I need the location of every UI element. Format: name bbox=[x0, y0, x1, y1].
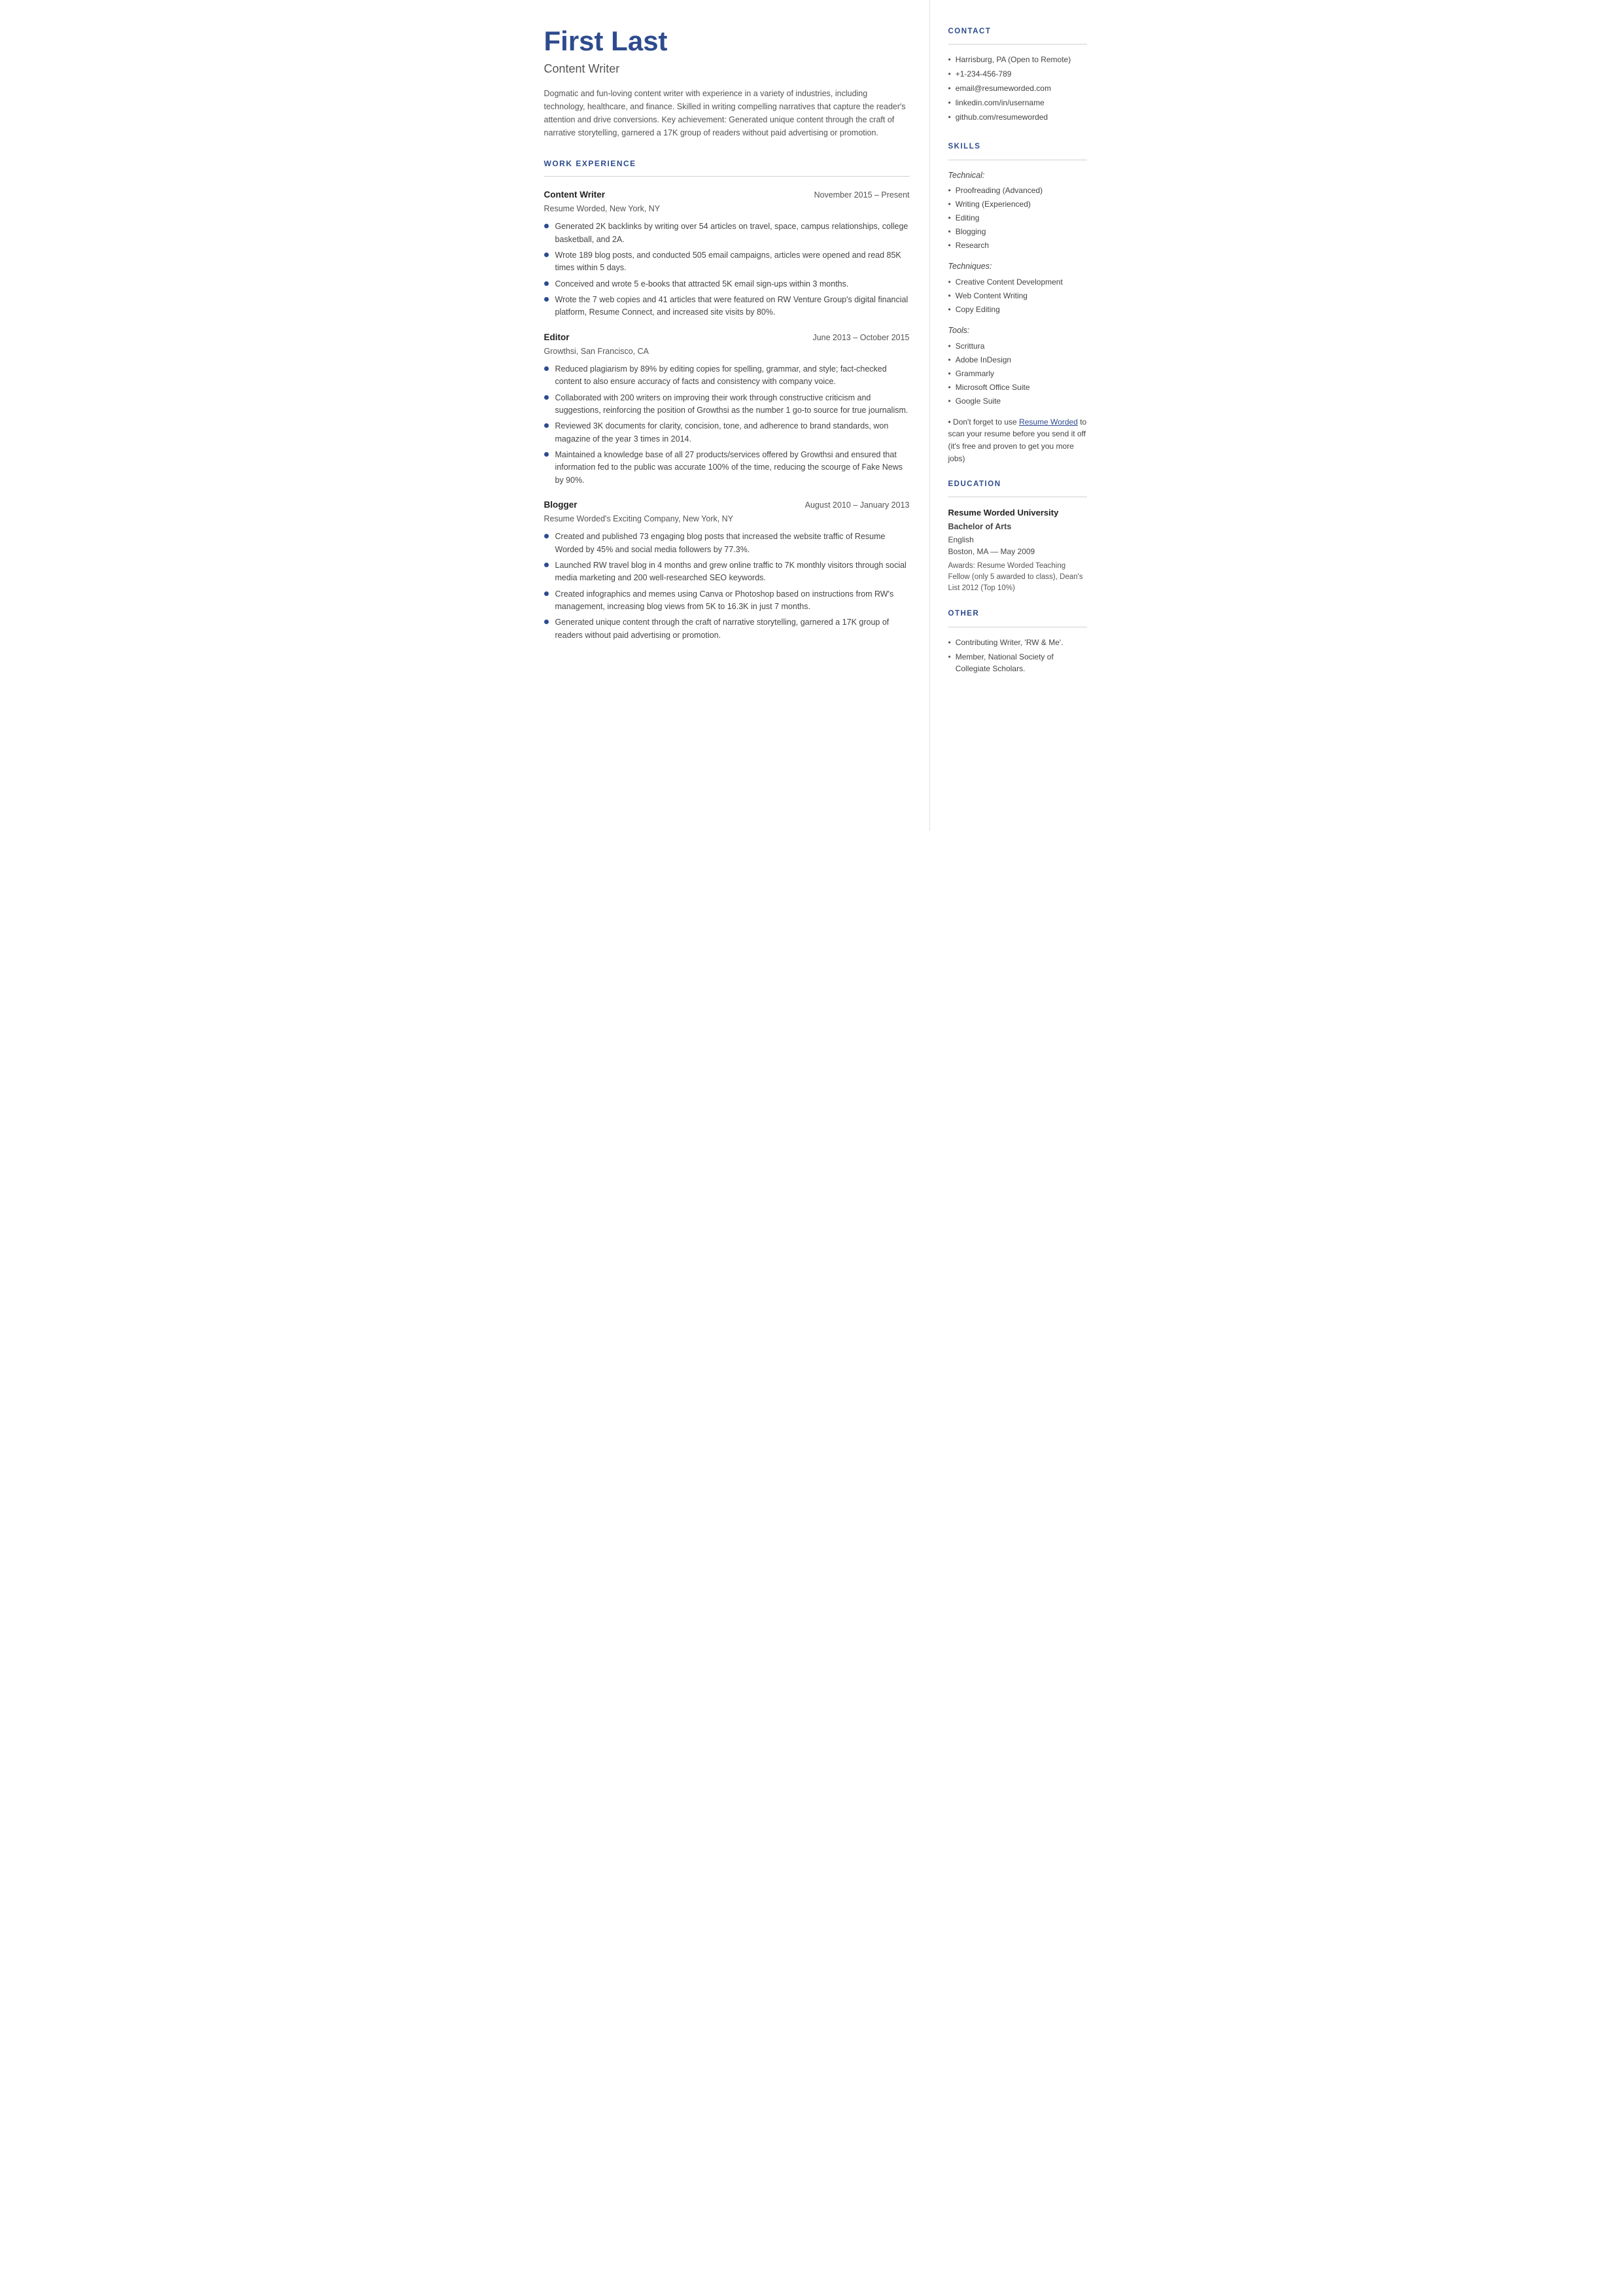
work-experience-section: WORK EXPERIENCE Content Writer November … bbox=[544, 158, 910, 642]
job-1-bullets: Generated 2K backlinks by writing over 5… bbox=[544, 220, 910, 319]
list-item: Grammarly bbox=[948, 368, 1087, 379]
skills-technical-label: Technical: bbox=[948, 169, 1087, 182]
bullet-icon bbox=[544, 224, 549, 228]
contact-list: Harrisburg, PA (Open to Remote) +1-234-4… bbox=[948, 54, 1087, 123]
skills-tools-list: Scrittura Adobe InDesign Grammarly Micro… bbox=[948, 340, 1087, 407]
resume-worded-link[interactable]: Resume Worded bbox=[1019, 417, 1078, 427]
bullet-icon bbox=[544, 366, 549, 371]
job-2-header: Editor June 2013 – October 2015 bbox=[544, 331, 910, 344]
candidate-name: First Last bbox=[544, 26, 910, 56]
edu-awards: Awards: Resume Worded Teaching Fellow (o… bbox=[948, 561, 1087, 595]
list-item: Contributing Writer, 'RW & Me'. bbox=[948, 637, 1087, 648]
contact-address: Harrisburg, PA (Open to Remote) bbox=[948, 54, 1087, 65]
candidate-summary: Dogmatic and fun-loving content writer w… bbox=[544, 87, 910, 139]
list-item: Editing bbox=[948, 212, 1087, 224]
skills-techniques-label: Techniques: bbox=[948, 260, 1087, 273]
skills-technical-list: Proofreading (Advanced) Writing (Experie… bbox=[948, 184, 1087, 251]
job-2-company: Growthsi, San Francisco, CA bbox=[544, 345, 910, 358]
list-item: Generated 2K backlinks by writing over 5… bbox=[544, 220, 910, 246]
right-column: CONTACT Harrisburg, PA (Open to Remote) … bbox=[930, 0, 1107, 831]
skills-header: SKILLS bbox=[948, 141, 1087, 152]
work-experience-header: WORK EXPERIENCE bbox=[544, 158, 910, 169]
list-item: Creative Content Development bbox=[948, 276, 1087, 288]
list-item: Wrote 189 blog posts, and conducted 505 … bbox=[544, 249, 910, 275]
candidate-title: Content Writer bbox=[544, 60, 910, 78]
contact-section: CONTACT Harrisburg, PA (Open to Remote) … bbox=[948, 26, 1087, 123]
list-item: Member, National Society of Collegiate S… bbox=[948, 651, 1087, 674]
contact-phone: +1-234-456-789 bbox=[948, 68, 1087, 80]
list-item: Research bbox=[948, 239, 1087, 251]
skills-tools-label: Tools: bbox=[948, 324, 1087, 337]
skills-section: SKILLS Technical: Proofreading (Advanced… bbox=[948, 141, 1087, 464]
edu-location: Boston, MA — May 2009 bbox=[948, 546, 1087, 557]
other-section: OTHER Contributing Writer, 'RW & Me'. Me… bbox=[948, 608, 1087, 674]
other-header: OTHER bbox=[948, 608, 1087, 620]
job-3-title: Blogger bbox=[544, 499, 578, 512]
job-1-title: Content Writer bbox=[544, 188, 606, 201]
list-item: Collaborated with 200 writers on improvi… bbox=[544, 392, 910, 417]
edu-field: English bbox=[948, 534, 1087, 546]
job-1-company: Resume Worded, New York, NY bbox=[544, 203, 910, 215]
job-2-bullets: Reduced plagiarism by 89% by editing cop… bbox=[544, 363, 910, 487]
contact-github: github.com/resumeworded bbox=[948, 111, 1087, 123]
list-item: Created infographics and memes using Can… bbox=[544, 588, 910, 614]
list-item: Microsoft Office Suite bbox=[948, 381, 1087, 393]
list-item: Maintained a knowledge base of all 27 pr… bbox=[544, 449, 910, 487]
bullet-icon bbox=[544, 452, 549, 457]
job-3-bullets: Created and published 73 engaging blog p… bbox=[544, 531, 910, 642]
bullet-icon bbox=[544, 297, 549, 302]
job-3-header: Blogger August 2010 – January 2013 bbox=[544, 499, 910, 512]
promo-text: • Don't forget to use Resume Worded to s… bbox=[948, 416, 1087, 464]
left-column: First Last Content Writer Dogmatic and f… bbox=[518, 0, 930, 831]
bullet-icon bbox=[544, 423, 549, 428]
skills-techniques-list: Creative Content Development Web Content… bbox=[948, 276, 1087, 315]
job-1-header: Content Writer November 2015 – Present bbox=[544, 188, 910, 201]
education-header: EDUCATION bbox=[948, 479, 1087, 490]
job-3-company: Resume Worded's Exciting Company, New Yo… bbox=[544, 513, 910, 525]
bullet-icon bbox=[544, 563, 549, 567]
contact-header: CONTACT bbox=[948, 26, 1087, 37]
work-divider bbox=[544, 176, 910, 177]
list-item: Generated unique content through the cra… bbox=[544, 616, 910, 642]
list-item: Created and published 73 engaging blog p… bbox=[544, 531, 910, 556]
list-item: Conceived and wrote 5 e-books that attra… bbox=[544, 278, 910, 290]
edu-degree: Bachelor of Arts bbox=[948, 521, 1087, 533]
job-2-dates: June 2013 – October 2015 bbox=[812, 332, 909, 344]
bullet-icon bbox=[544, 534, 549, 538]
list-item: Blogging bbox=[948, 226, 1087, 237]
bullet-icon bbox=[544, 620, 549, 624]
job-3-dates: August 2010 – January 2013 bbox=[805, 499, 910, 512]
list-item: Wrote the 7 web copies and 41 articles t… bbox=[544, 294, 910, 319]
list-item: Adobe InDesign bbox=[948, 354, 1087, 366]
bullet-icon bbox=[544, 591, 549, 596]
education-section: EDUCATION Resume Worded University Bache… bbox=[948, 479, 1087, 594]
bullet-icon bbox=[544, 281, 549, 286]
list-item: Google Suite bbox=[948, 395, 1087, 407]
list-item: Scrittura bbox=[948, 340, 1087, 352]
edu-school: Resume Worded University bbox=[948, 506, 1087, 519]
other-list: Contributing Writer, 'RW & Me'. Member, … bbox=[948, 637, 1087, 674]
job-1-dates: November 2015 – Present bbox=[814, 189, 910, 201]
list-item: Launched RW travel blog in 4 months and … bbox=[544, 559, 910, 585]
contact-email: email@resumeworded.com bbox=[948, 82, 1087, 94]
bullet-icon bbox=[544, 395, 549, 400]
list-item: Reviewed 3K documents for clarity, conci… bbox=[544, 420, 910, 446]
list-item: Writing (Experienced) bbox=[948, 198, 1087, 210]
list-item: Copy Editing bbox=[948, 304, 1087, 315]
list-item: Proofreading (Advanced) bbox=[948, 184, 1087, 196]
contact-linkedin: linkedin.com/in/username bbox=[948, 97, 1087, 109]
list-item: Reduced plagiarism by 89% by editing cop… bbox=[544, 363, 910, 389]
bullet-icon bbox=[544, 253, 549, 257]
list-item: Web Content Writing bbox=[948, 290, 1087, 302]
job-2-title: Editor bbox=[544, 331, 570, 344]
